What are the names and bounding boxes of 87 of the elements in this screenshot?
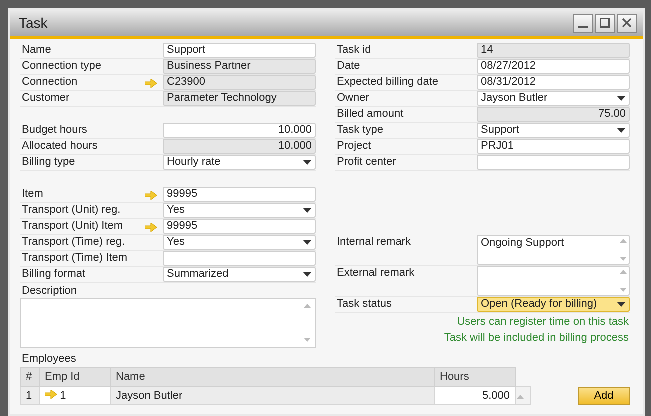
name-cell: Jayson Butler <box>110 386 434 404</box>
dropdown[interactable]: Yes <box>163 235 316 250</box>
readonly-field: C23900 <box>163 75 316 90</box>
field-label: Transport (Time) Item <box>22 252 128 264</box>
dropdown[interactable]: Open (Ready for billing) <box>477 297 630 312</box>
maximize-icon <box>600 18 610 28</box>
field-label: Customer <box>22 92 70 104</box>
window-title: Task <box>19 15 48 31</box>
link-arrow-icon[interactable] <box>145 190 157 200</box>
field-label: Project <box>337 140 372 152</box>
text-field[interactable]: 08/27/2012 <box>477 59 630 74</box>
text-field[interactable]: 99995 <box>163 187 316 202</box>
field-label: Budget hours <box>22 124 88 136</box>
scroll-up-icon[interactable] <box>304 304 310 308</box>
close-button[interactable] <box>617 14 637 32</box>
field-label: Internal remark <box>337 236 411 248</box>
column-header[interactable]: # <box>20 368 40 386</box>
field-label: Date <box>337 60 360 72</box>
status-note: Task will be included in billing process <box>444 332 629 344</box>
dropdown-caret-icon <box>303 208 312 213</box>
field-label: Billed amount <box>337 108 404 120</box>
dropdown[interactable]: Summarized <box>163 267 316 282</box>
readonly-field: 14 <box>477 43 630 58</box>
readonly-number-field: 75.00 <box>477 107 630 122</box>
dropdown-caret-icon <box>617 96 626 101</box>
dropdown-caret-icon <box>617 302 626 307</box>
dropdown-caret-icon <box>617 128 626 133</box>
field-label: Transport (Unit) Item <box>22 220 124 232</box>
field-label: Expected billing date <box>337 76 439 88</box>
readonly-field: Parameter Technology <box>163 91 316 106</box>
scroll-down-icon[interactable] <box>620 257 626 261</box>
field-label: Connection type <box>22 60 102 72</box>
field-label: Task type <box>337 124 384 136</box>
field-label: Item <box>22 188 44 200</box>
readonly-number-field: 10.000 <box>163 139 316 154</box>
minimize-button[interactable] <box>573 14 593 32</box>
field-label: Transport (Unit) reg. <box>22 204 121 216</box>
text-field[interactable]: Support <box>163 43 316 58</box>
dropdown-caret-icon <box>303 272 312 277</box>
scroll-up-icon[interactable] <box>620 270 626 274</box>
scroll-down-icon[interactable] <box>620 288 626 292</box>
readonly-field: Business Partner <box>163 59 316 74</box>
description-label: Description <box>22 285 78 297</box>
minimize-icon <box>578 26 588 28</box>
scroll-up-icon[interactable] <box>517 394 524 398</box>
scroll-up-icon[interactable] <box>620 239 626 243</box>
text-field[interactable] <box>163 251 316 266</box>
column-header[interactable]: Name <box>110 368 434 386</box>
link-arrow-icon[interactable] <box>145 78 157 88</box>
maximize-button[interactable] <box>595 14 615 32</box>
field-label: Task status <box>337 298 392 310</box>
dropdown-caret-icon <box>303 160 312 165</box>
dropdown-caret-icon <box>303 240 312 245</box>
add-button[interactable]: Add <box>578 387 630 405</box>
field-label: Billing type <box>22 156 76 168</box>
dropdown[interactable]: Hourly rate <box>163 155 316 170</box>
close-icon <box>622 18 632 28</box>
description-field[interactable] <box>20 298 316 348</box>
row-number: 1 <box>20 386 40 404</box>
number-field[interactable]: 10.000 <box>163 123 316 138</box>
field-label: Name <box>22 44 52 56</box>
employees-label: Employees <box>22 353 78 365</box>
status-note: Users can register time on this task <box>457 316 629 328</box>
dropdown[interactable]: Yes <box>163 203 316 218</box>
column-header[interactable]: Hours <box>434 368 516 386</box>
field-label: Owner <box>337 92 370 104</box>
field-label: External remark <box>337 267 415 279</box>
column-header[interactable]: Emp Id <box>40 368 110 386</box>
field-label: Connection <box>22 76 78 88</box>
emp-id-cell: 1 <box>40 386 110 404</box>
field-label: Task id <box>337 44 372 56</box>
link-arrow-icon[interactable] <box>45 390 57 398</box>
dropdown[interactable]: Support <box>477 123 630 138</box>
text-field[interactable]: PRJ01 <box>477 139 630 154</box>
field-label: Allocated hours <box>22 140 98 152</box>
text-field[interactable] <box>477 155 630 170</box>
field-label: Transport (Time) reg. <box>22 236 126 248</box>
text-field[interactable]: 99995 <box>163 219 316 234</box>
text-area[interactable] <box>477 266 630 296</box>
text-field[interactable]: 08/31/2012 <box>477 75 630 90</box>
field-label: Profit center <box>337 156 396 168</box>
link-arrow-icon[interactable] <box>145 222 157 232</box>
dropdown[interactable]: Jayson Butler <box>477 91 630 106</box>
field-label: Billing format <box>22 268 86 280</box>
scroll-down-icon[interactable] <box>304 338 310 342</box>
text-area[interactable]: Ongoing Support <box>477 235 630 265</box>
hours-cell: 5.000 <box>434 386 516 404</box>
